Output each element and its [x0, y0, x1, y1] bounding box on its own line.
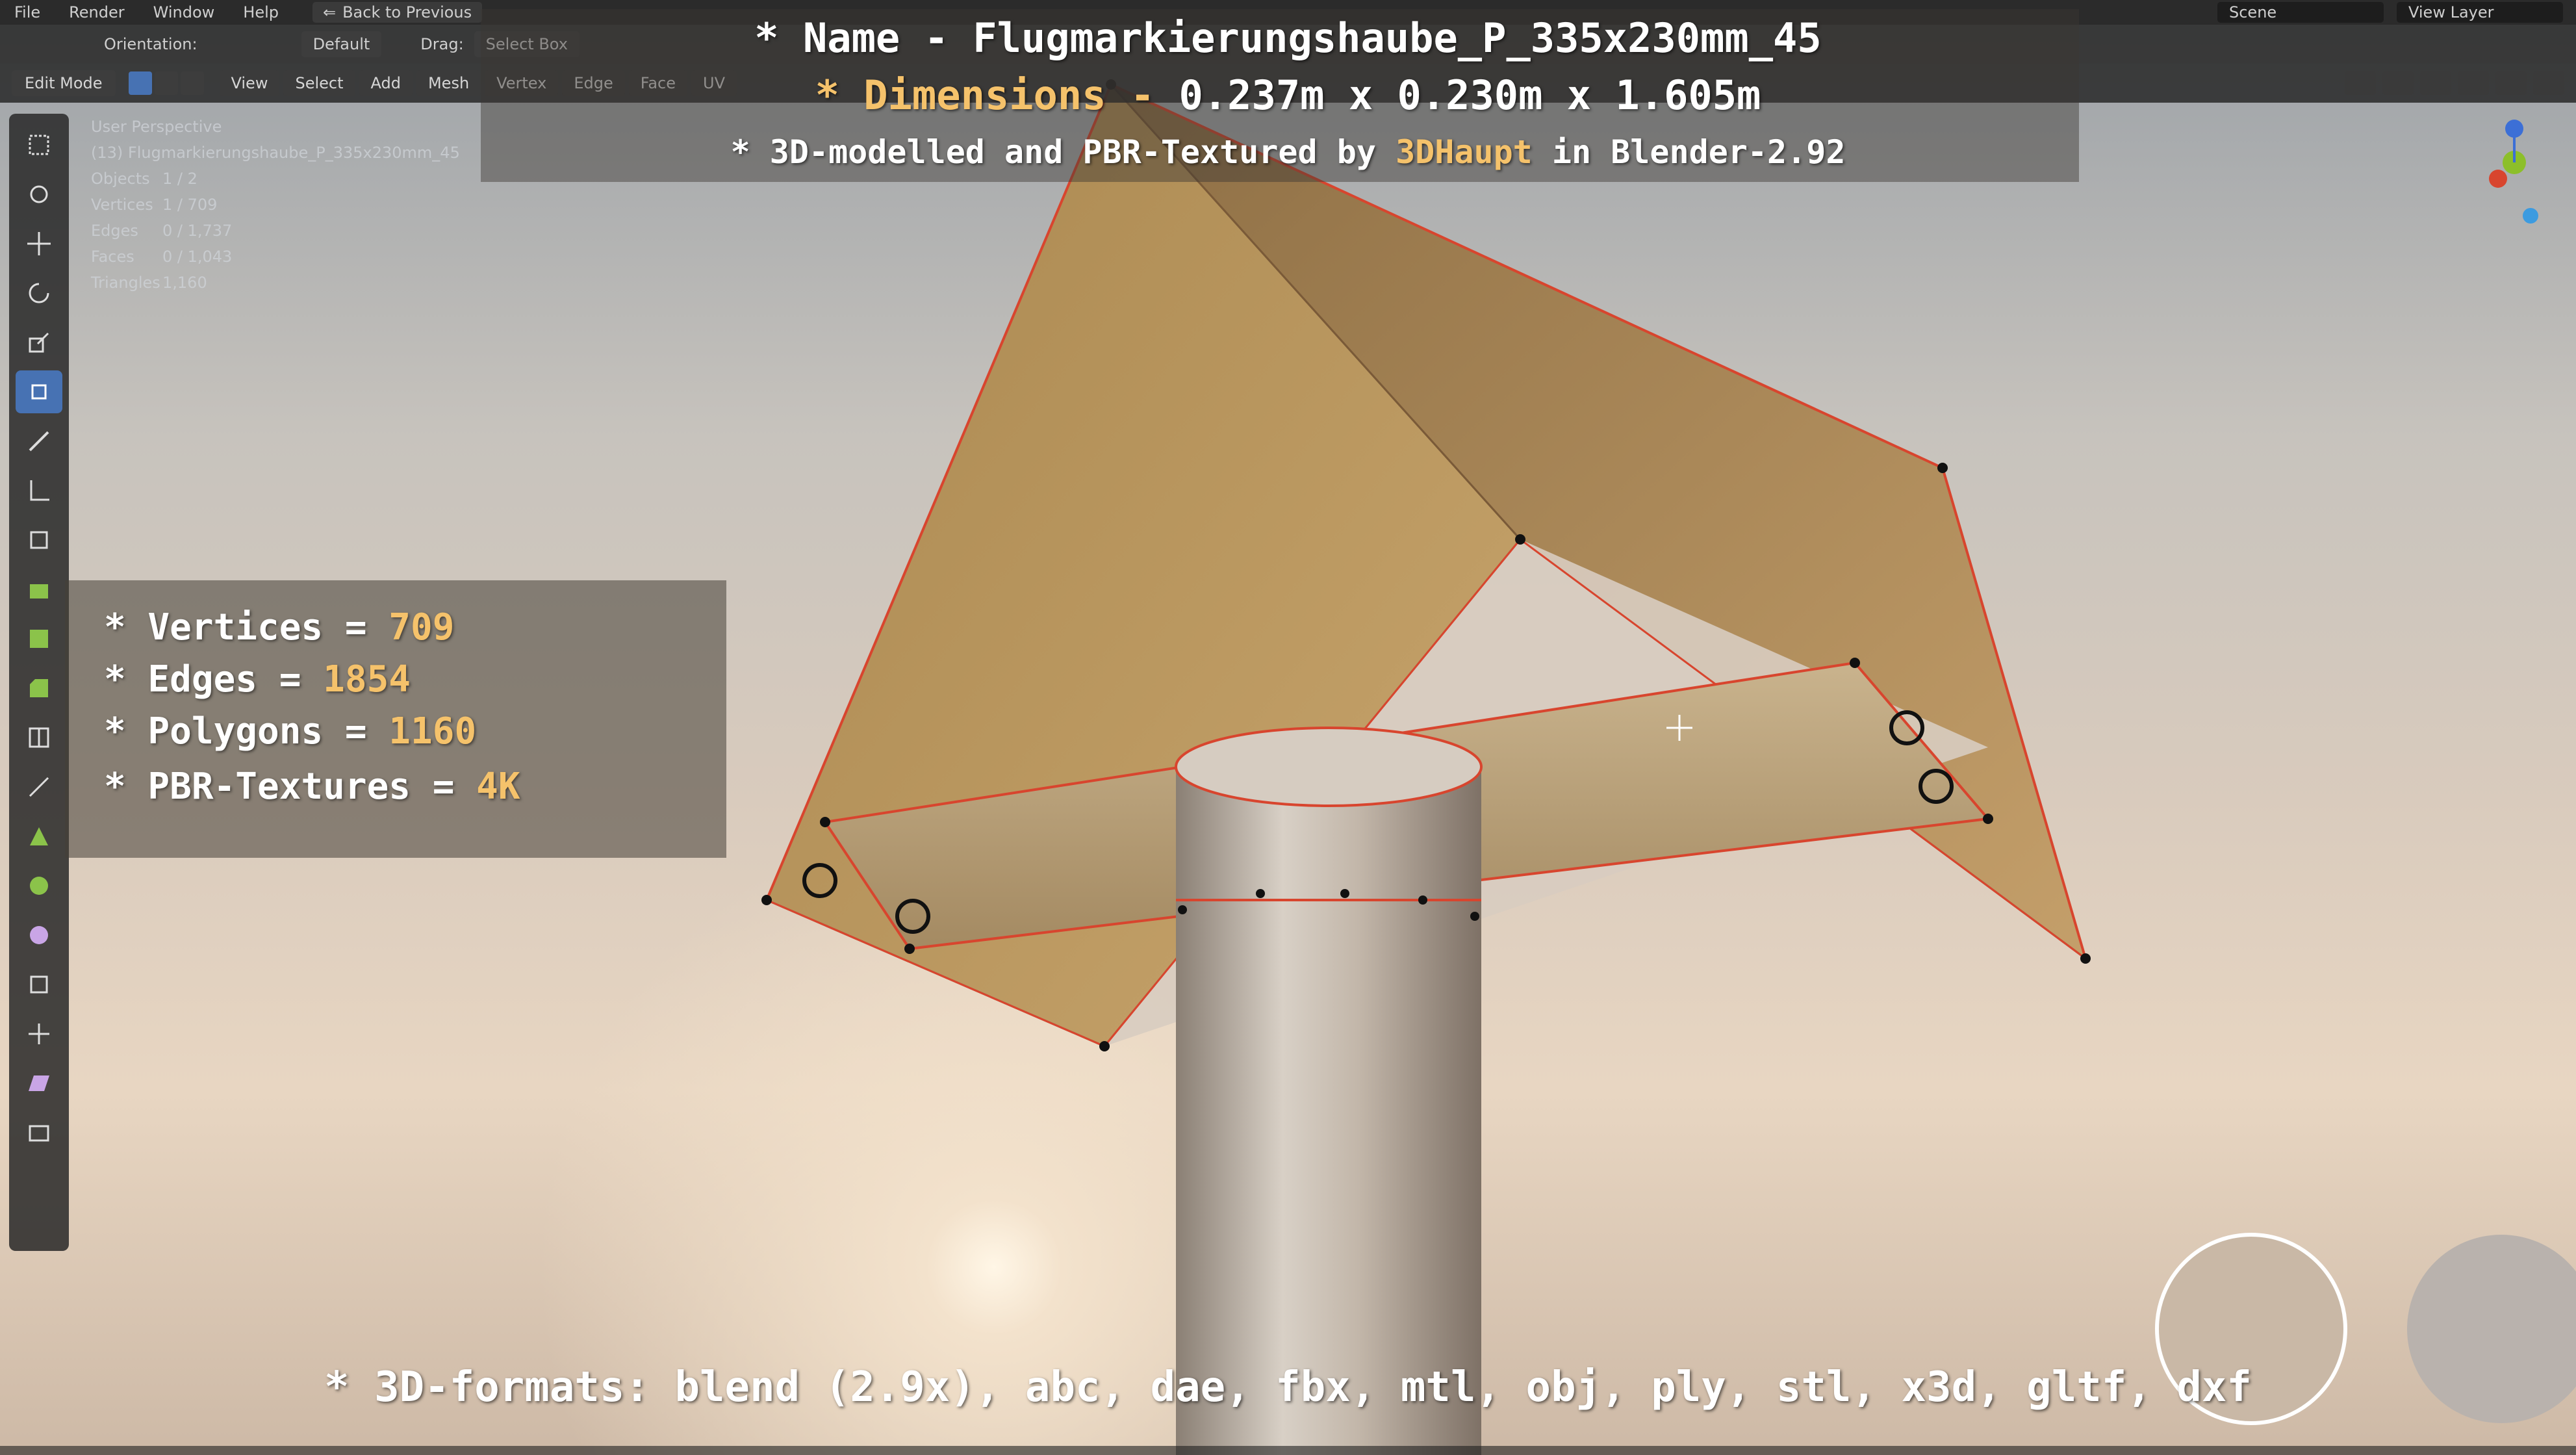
header-menu-view[interactable]: View — [219, 70, 280, 96]
menu-file[interactable]: File — [0, 3, 55, 21]
status-bar — [0, 1446, 2576, 1455]
vertices-stat: * Vertices = 709 — [104, 606, 455, 649]
left-toolbar — [9, 114, 69, 1251]
shrink-fatten-icon[interactable] — [16, 1012, 62, 1055]
textures-stat: * PBR-Textures = 4K — [104, 766, 520, 808]
add-cube-icon[interactable] — [16, 519, 62, 561]
rotate-icon[interactable] — [16, 272, 62, 315]
edge-select-icon[interactable] — [154, 71, 178, 95]
xray-icon[interactable] — [2382, 71, 2414, 95]
cursor-icon[interactable] — [16, 173, 62, 216]
back-icon: ⇐ — [322, 3, 337, 21]
edges-stat: * Edges = 1854 — [104, 658, 411, 701]
solid-shading-icon[interactable] — [2458, 71, 2489, 95]
drag-dropdown[interactable]: Select Box — [474, 31, 580, 57]
loop-cut-icon[interactable] — [16, 716, 62, 759]
stat-row: Faces 0 / 1,043 — [91, 248, 233, 266]
scene-selector[interactable]: Scene — [2217, 2, 2384, 23]
select-box-icon[interactable] — [16, 123, 62, 166]
pivot-dropdown[interactable]: Default — [301, 31, 382, 57]
stat-row: Triangles 1,160 — [91, 274, 207, 292]
back-to-previous-button[interactable]: ⇐ Back to Previous — [312, 2, 483, 23]
header-menu-mesh[interactable]: Mesh — [416, 70, 481, 96]
header-menu-vertex[interactable]: Vertex — [485, 70, 559, 96]
shear-icon[interactable] — [16, 1062, 62, 1105]
knife-icon[interactable] — [16, 766, 62, 808]
face-select-icon[interactable] — [180, 71, 204, 95]
menu-window[interactable]: Window — [139, 3, 229, 21]
view-perspective-label: User Perspective — [91, 118, 222, 136]
poly-build-icon[interactable] — [16, 815, 62, 858]
header-menu-uv[interactable]: UV — [691, 70, 737, 96]
stat-row: Vertices 1 / 709 — [91, 196, 218, 214]
view-layer-selector[interactable]: View Layer — [2397, 2, 2563, 23]
top-menu-bar: File Render Window Help ⇐ Back to Previo… — [0, 0, 2576, 25]
header-menu-add[interactable]: Add — [359, 70, 413, 96]
tool-settings-bar: Orientation: Default Drag: Select Box — [0, 25, 2576, 64]
drag-label: Drag: — [420, 35, 464, 53]
select-mode-group — [128, 71, 207, 95]
menu-help[interactable]: Help — [229, 3, 293, 21]
stat-row: Objects 1 / 2 — [91, 170, 198, 188]
measure-icon[interactable] — [16, 469, 62, 512]
bevel-icon[interactable] — [16, 667, 62, 710]
rip-region-icon[interactable] — [16, 1111, 62, 1154]
inset-faces-icon[interactable] — [16, 617, 62, 660]
orientation-label: Orientation: — [104, 35, 198, 53]
vertex-select-icon[interactable] — [128, 71, 152, 95]
formats-line: * 3D-formats: blend (2.9x), abc, dae, fb… — [324, 1363, 2252, 1411]
navigation-gizmo[interactable] — [2479, 117, 2550, 234]
active-object-label: (13) Flugmarkierungshaube_P_335x230mm_45 — [91, 144, 460, 162]
edge-slide-icon[interactable] — [16, 963, 62, 1006]
viewport-info: User Perspective (13) Flugmarkierungshau… — [91, 114, 460, 296]
polygons-stat: * Polygons = 1160 — [104, 710, 477, 753]
annotate-icon[interactable] — [16, 420, 62, 463]
transform-icon[interactable] — [16, 370, 62, 413]
scale-icon[interactable] — [16, 321, 62, 364]
mesh-stats-box: * Vertices = 709 * Edges = 1854 * Polygo… — [65, 580, 726, 858]
stat-row: Edges 0 / 1,737 — [91, 222, 233, 240]
wireframe-shading-icon[interactable] — [2420, 71, 2451, 95]
overlays-icon[interactable] — [2345, 71, 2376, 95]
header-menu-edge[interactable]: Edge — [562, 70, 625, 96]
header-menu-face[interactable]: Face — [628, 70, 687, 96]
header-menu-select[interactable]: Select — [283, 70, 355, 96]
extrude-region-icon[interactable] — [16, 568, 62, 611]
rendered-shading-icon[interactable] — [2533, 71, 2564, 95]
move-icon[interactable] — [16, 222, 62, 265]
mode-dropdown[interactable]: Edit Mode — [12, 70, 116, 96]
smooth-icon[interactable] — [16, 914, 62, 957]
back-to-previous-label: Back to Previous — [342, 3, 472, 21]
spin-icon[interactable] — [16, 864, 62, 907]
viewport-header: Edit Mode View Select Add Mesh Vertex Ed… — [0, 64, 2576, 103]
material-shading-icon[interactable] — [2495, 71, 2527, 95]
menu-render[interactable]: Render — [55, 3, 138, 21]
